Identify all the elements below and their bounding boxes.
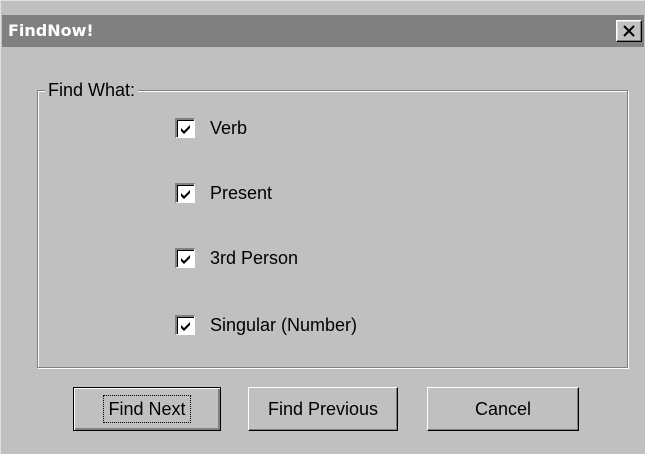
checkmark-icon — [181, 125, 190, 134]
3rd-person-checkbox[interactable] — [175, 248, 195, 268]
3rd-person-label[interactable]: 3rd Person — [210, 246, 298, 270]
singular-number-label[interactable]: Singular (Number) — [210, 313, 357, 337]
window-title: FindNow! — [8, 21, 94, 40]
checkmark-icon — [181, 190, 190, 199]
title-bar[interactable]: FindNow! — [2, 15, 644, 47]
checkmark-icon — [181, 322, 190, 331]
present-checkbox[interactable] — [175, 183, 195, 203]
present-label[interactable]: Present — [210, 181, 272, 205]
findnow-dialog: FindNow! Find What: Verb Present 3rd Per… — [0, 0, 645, 454]
find-next-label: Find Next — [103, 395, 191, 423]
verb-checkbox[interactable] — [175, 118, 195, 138]
checkmark-icon — [181, 255, 190, 264]
singular-number-checkbox[interactable] — [175, 315, 195, 335]
close-icon — [623, 25, 635, 37]
verb-label[interactable]: Verb — [210, 116, 247, 140]
find-what-label: Find What: — [45, 79, 139, 101]
find-next-button[interactable]: Find Next — [73, 387, 221, 431]
close-button[interactable] — [616, 20, 642, 42]
cancel-button[interactable]: Cancel — [427, 387, 579, 431]
find-previous-button[interactable]: Find Previous — [248, 387, 398, 431]
